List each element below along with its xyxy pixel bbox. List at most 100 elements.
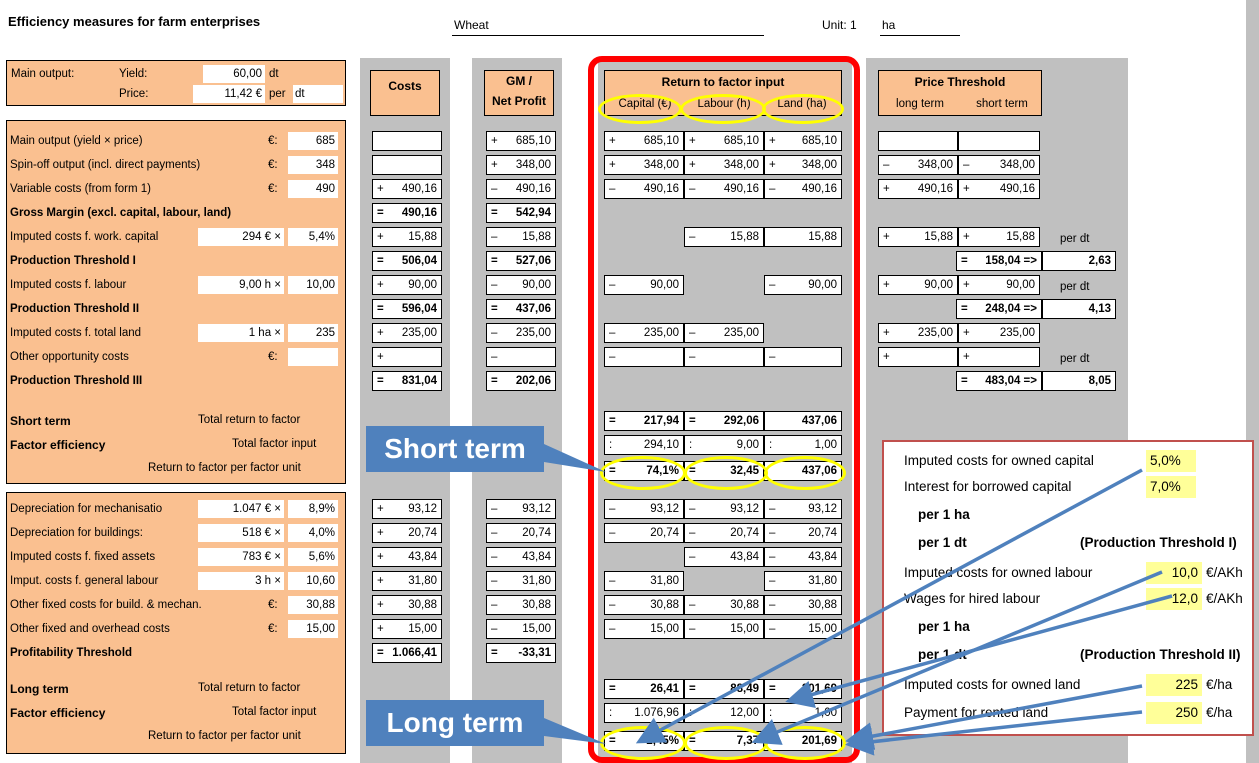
row-input[interactable]: 348 [288, 156, 338, 174]
row-label: Main output (yield × price) [10, 135, 143, 147]
factor-amount-input[interactable]: 518 € × [198, 524, 284, 542]
row-input[interactable]: 490 [288, 180, 338, 198]
price-per-dt-value: 4,13 [1042, 299, 1116, 319]
rented-land-label: Payment for rented land [904, 705, 1049, 720]
sheet-title: Efficiency measures for farm enterprises [8, 14, 261, 29]
per-dt-label: per 1 dt [918, 535, 967, 550]
price-threshold-title: Price Threshold [914, 75, 1006, 89]
price-label: Price: [119, 88, 149, 100]
owned-land-value[interactable]: 225 [1146, 674, 1202, 696]
gm-cell: –15,00 [486, 619, 556, 639]
pt1-label: (Production Threshold I) [1080, 535, 1237, 550]
row-input[interactable]: 5,6% [288, 548, 338, 566]
factor-amount-input[interactable]: 1.047 € × [198, 500, 284, 518]
row-input[interactable]: 10,60 [288, 572, 338, 590]
per-dt-label-2: per 1 dt [918, 647, 967, 662]
row-label: Production Threshold I [10, 255, 136, 267]
row-input[interactable]: 685 [288, 132, 338, 150]
price-short-cell: +90,00 [958, 275, 1040, 295]
per-label: per [269, 88, 286, 100]
row-label: Other fixed and overhead costs [10, 623, 170, 635]
owned-labour-value[interactable]: 10,0 [1146, 562, 1202, 584]
price-per-dt-value: 2,63 [1042, 251, 1116, 271]
price-long-cell: + [878, 347, 958, 367]
price-long-cell [878, 131, 958, 151]
factor-amount-input[interactable]: 3 h × [198, 572, 284, 590]
row-label: Production Threshold II [10, 303, 140, 315]
long-total-input-label: Total factor input [232, 706, 317, 718]
yield-input[interactable]: 60,00 [203, 65, 265, 83]
long-total-return-label: Total return to factor [198, 682, 301, 694]
short-term-callout: Short term [366, 426, 544, 472]
row-input[interactable] [288, 348, 338, 366]
costs-cell [372, 155, 442, 175]
hired-labour-value[interactable]: 12,0 [1146, 588, 1202, 610]
price-input[interactable]: 11,42 € [193, 85, 265, 103]
rented-land-value[interactable]: 250 [1146, 702, 1202, 724]
gm-cell: = 542,94 [486, 203, 556, 223]
row-input[interactable]: 235 [288, 324, 338, 342]
price-long-cell: –348,00 [878, 155, 958, 175]
row-input[interactable]: 4,0% [288, 524, 338, 542]
long-term-callout: Long term [366, 700, 544, 746]
gm-header: GM / Net Profit [484, 70, 554, 116]
gm-cell: –30,88 [486, 595, 556, 615]
costs-cell: +93,12 [372, 499, 442, 519]
price-per-dt-value: 8,05 [1042, 371, 1116, 391]
costs-header: Costs [370, 70, 440, 116]
labour-ellipse [680, 94, 766, 124]
costs-cell: +20,74 [372, 523, 442, 543]
short-total-input-label: Total factor input [232, 438, 317, 450]
row-input[interactable]: 30,88 [288, 596, 338, 614]
costs-cell: = 596,04 [372, 299, 442, 319]
row-label: Gross Margin (excl. capital, labour, lan… [10, 207, 232, 219]
costs-cell: = 506,04 [372, 251, 442, 271]
price-short-cell: = 158,04 => [956, 251, 1042, 271]
price-short-cell: +490,16 [958, 179, 1040, 199]
short-factor-eff-label: Factor efficiency [10, 438, 106, 452]
row-input[interactable]: 10,00 [288, 276, 338, 294]
borrowed-capital-label: Interest for borrowed capital [904, 479, 1072, 494]
gm-cell: –43,84 [486, 547, 556, 567]
hired-labour-label: Wages for hired labour [904, 591, 1041, 606]
pt2-label: (Production Threshold II) [1080, 647, 1241, 662]
gm-cell: = 437,06 [486, 299, 556, 319]
costs-cell: +30,88 [372, 595, 442, 615]
gm-cell: = -33,31 [486, 643, 556, 663]
assumptions-box: Imputed costs for owned capital 5,0% Int… [882, 440, 1254, 736]
short-term-label: Short term [10, 414, 71, 428]
row-input[interactable]: 15,00 [288, 620, 338, 638]
row-label: Imput. costs f. general labour [10, 575, 159, 587]
yield-label: Yield: [119, 68, 148, 80]
owned-capital-value[interactable]: 5,0% [1146, 450, 1196, 472]
long-capital-ellipse [600, 726, 686, 760]
row-input[interactable]: 5,4% [288, 228, 338, 246]
gm-cell: –490,16 [486, 179, 556, 199]
row-input[interactable]: 8,9% [288, 500, 338, 518]
row-label: Imputed costs f. labour [10, 279, 127, 291]
factor-amount-input[interactable]: 9,00 h × [198, 276, 284, 294]
costs-cell: +15,00 [372, 619, 442, 639]
short-labour-ellipse [684, 456, 768, 490]
factor-amount-input[interactable]: 1 ha × [198, 324, 284, 342]
price-unit-input[interactable]: dt [293, 85, 343, 103]
yield-unit: dt [269, 68, 279, 80]
unit-field[interactable]: ha [880, 14, 960, 36]
costs-cell [372, 131, 442, 151]
row-label: Imputed costs f. work. capital [10, 231, 159, 243]
gm-cell: –90,00 [486, 275, 556, 295]
costs-cell: +490,16 [372, 179, 442, 199]
price-long-cell: +15,88 [878, 227, 958, 247]
crop-field[interactable]: Wheat [452, 14, 764, 36]
price-short-cell: = 248,04 => [956, 299, 1042, 319]
borrowed-capital-value[interactable]: 7,0% [1146, 476, 1196, 498]
factor-amount-input[interactable]: 294 € × [198, 228, 284, 246]
owned-land-unit: €/ha [1206, 677, 1233, 692]
factor-amount-input[interactable]: 783 € × [198, 548, 284, 566]
long-term-label: Long term [10, 682, 69, 696]
price-long-cell: +490,16 [878, 179, 958, 199]
gm-header-line1: GM / [506, 74, 532, 88]
gm-header-line2: Net Profit [492, 94, 546, 108]
currency-label: €: [268, 159, 278, 171]
currency-label: €: [268, 623, 278, 635]
